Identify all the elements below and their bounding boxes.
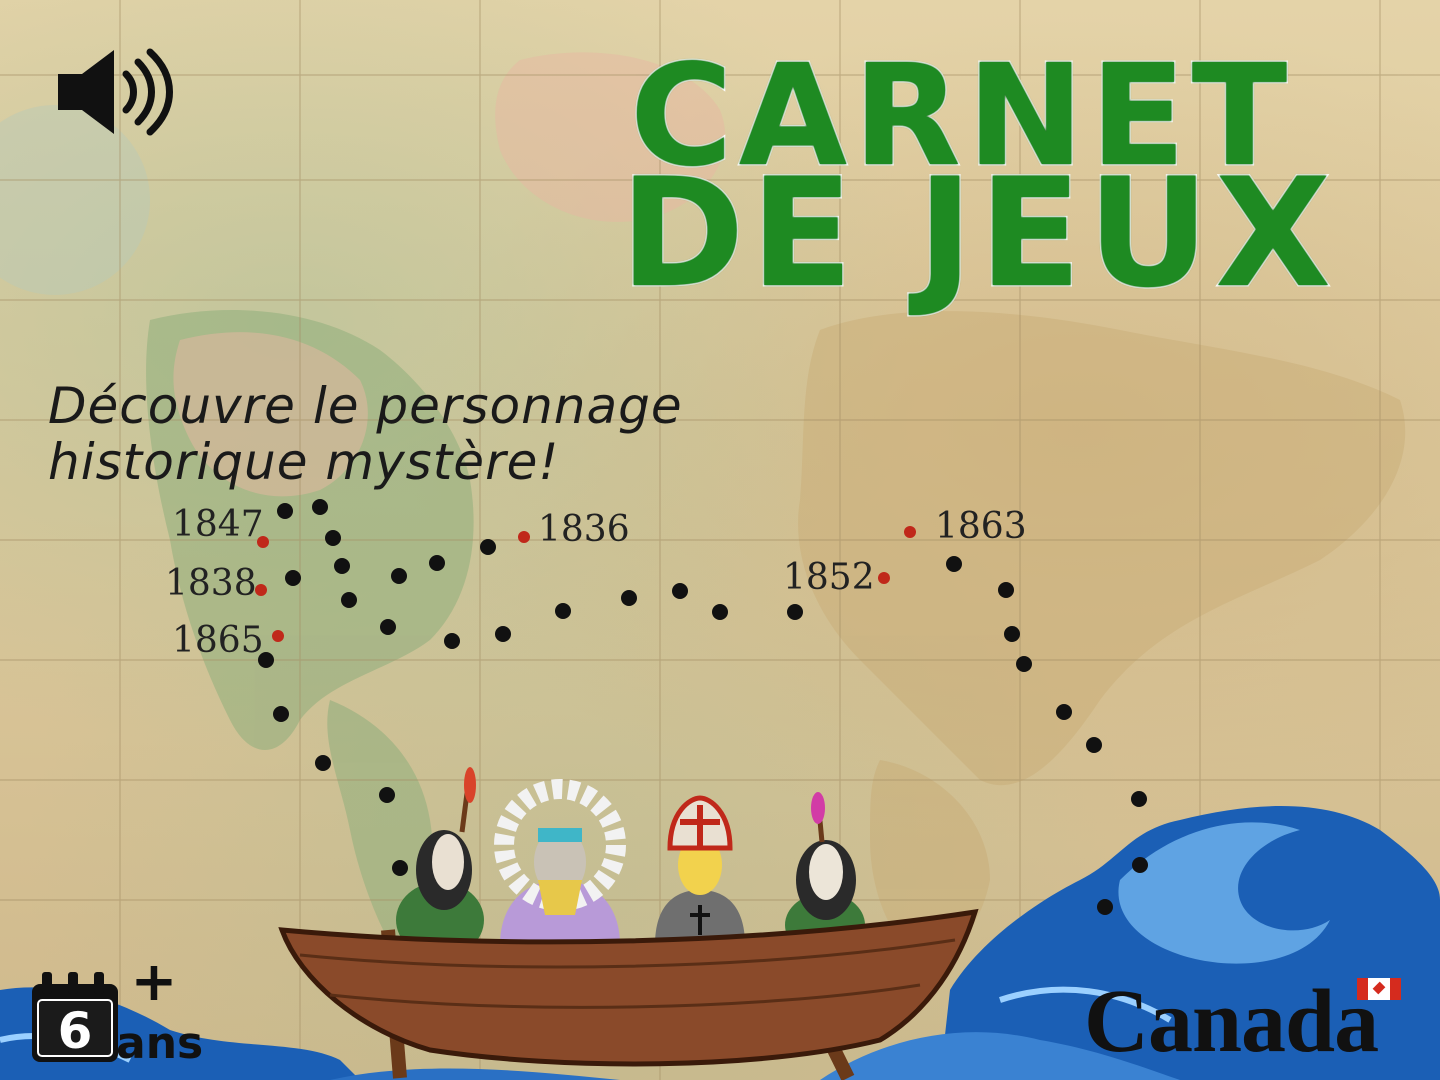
title-line-2: DE JEUX — [619, 147, 1337, 321]
canada-flag-icon — [1357, 978, 1401, 1000]
puzzle-dot — [555, 603, 571, 619]
year-label: 1863 — [935, 506, 1027, 547]
instruction-line-1: Découvre le personnage — [48, 377, 683, 435]
puzzle-dot-dated — [878, 572, 890, 584]
puzzle-dot — [1016, 656, 1032, 672]
puzzle-dot — [495, 626, 511, 642]
puzzle-dot-dated — [255, 584, 267, 596]
puzzle-dot — [672, 583, 688, 599]
puzzle-dot — [787, 604, 803, 620]
puzzle-dot — [429, 555, 445, 571]
puzzle-dot — [273, 706, 289, 722]
age-plus: + — [131, 966, 178, 1014]
puzzle-dot — [277, 503, 293, 519]
puzzle-dot — [946, 556, 962, 572]
puzzle-dot — [379, 787, 395, 803]
age-rating-badge: 6 + ans — [28, 949, 206, 1069]
age-suffix: ans — [116, 1018, 203, 1066]
puzzle-dot-dated — [272, 630, 284, 642]
puzzle-dot — [1086, 737, 1102, 753]
year-label: 1836 — [538, 509, 630, 550]
puzzle-dot — [341, 592, 357, 608]
year-label: 1847 — [172, 504, 264, 545]
year-label: 1852 — [783, 557, 875, 598]
puzzle-dot — [312, 499, 328, 515]
puzzle-dot — [1097, 899, 1113, 915]
puzzle-dot — [392, 860, 408, 876]
puzzle-dot — [998, 582, 1014, 598]
puzzle-dot — [621, 590, 637, 606]
year-label: 1865 — [172, 620, 264, 661]
puzzle-dot-dated — [518, 531, 530, 543]
sound-toggle-button[interactable] — [52, 44, 174, 140]
canada-wordmark: Canada — [1084, 972, 1379, 1071]
year-label: 1838 — [165, 563, 257, 604]
game-screen: 1847 1838 1865 1836 1852 1863 CARNET DE … — [0, 0, 1440, 1080]
puzzle-dot — [1056, 704, 1072, 720]
puzzle-dot — [712, 604, 728, 620]
game-title: CARNET DE JEUX — [619, 40, 1380, 321]
age-number: 6 — [58, 1002, 93, 1060]
puzzle-dot — [334, 558, 350, 574]
instruction-line-2: historique mystère! — [48, 433, 560, 491]
puzzle-dot — [391, 568, 407, 584]
puzzle-dot — [380, 619, 396, 635]
calendar-icon: 6 + ans — [32, 949, 203, 1069]
puzzle-dot — [444, 633, 460, 649]
puzzle-dot — [480, 539, 496, 555]
puzzle-dot — [315, 755, 331, 771]
puzzle-dot-dated — [904, 526, 916, 538]
puzzle-dot — [285, 570, 301, 586]
instruction-text: Découvre le personnage historique mystèr… — [48, 378, 988, 490]
puzzle-dot — [1131, 791, 1147, 807]
puzzle-dot — [1132, 857, 1148, 873]
speaker-icon — [58, 48, 173, 136]
puzzle-dot — [1004, 626, 1020, 642]
puzzle-dot — [325, 530, 341, 546]
